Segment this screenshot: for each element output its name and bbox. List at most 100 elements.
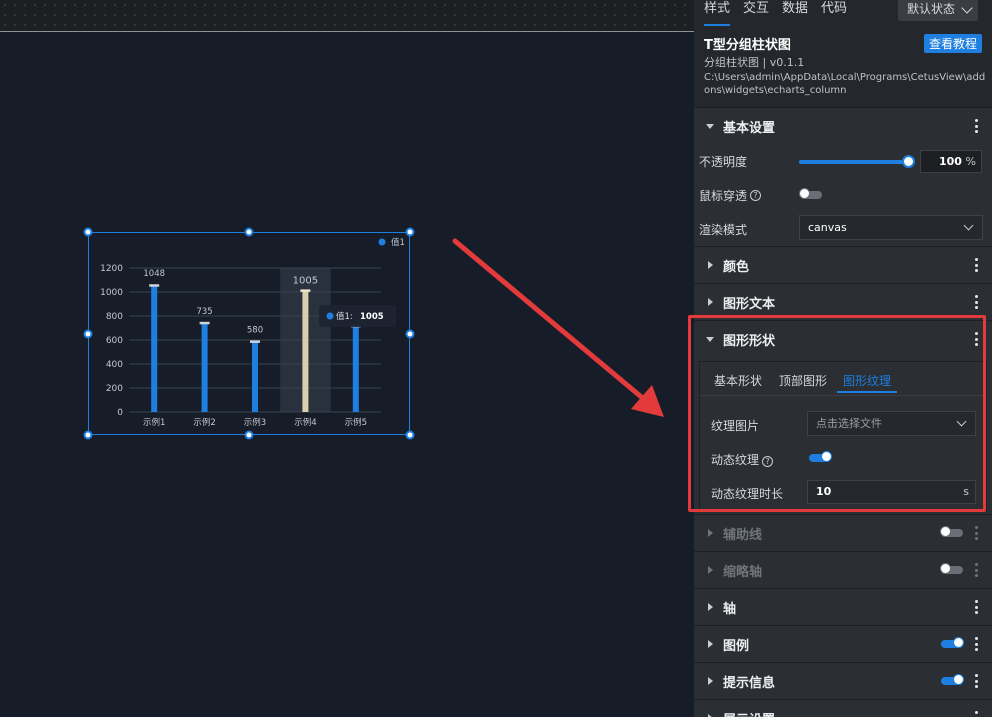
section-title: 图例 bbox=[723, 638, 750, 654]
mouse-through-row: 鼠标穿透 ? bbox=[694, 178, 992, 212]
legend-label: 值1 bbox=[391, 237, 405, 248]
legend-marker bbox=[378, 238, 386, 246]
x-tick-label: 示例2 bbox=[193, 417, 215, 428]
caret-right-icon bbox=[708, 566, 713, 574]
more-icon[interactable] bbox=[974, 563, 978, 577]
aux-line-toggle[interactable] bbox=[940, 526, 963, 537]
chart-widget[interactable]: 0 200 400 600 800 1000 1200 示例1 示例2 示例3 示例4 示例5 1048… bbox=[88, 232, 410, 435]
widget-info: T型分组柱状图 分组柱状图 | v0.1.1 C:\Users\admin\Ap… bbox=[694, 26, 992, 107]
opacity-label: 不透明度 bbox=[699, 154, 748, 169]
resize-handle[interactable] bbox=[405, 227, 415, 237]
section-color[interactable]: 颜色 bbox=[694, 246, 992, 283]
x-tick-label: 示例4 bbox=[294, 417, 316, 428]
resize-handle[interactable] bbox=[405, 430, 415, 440]
bar-top-cap bbox=[149, 284, 160, 287]
y-tick-label: 1200 bbox=[100, 264, 123, 274]
widget-path: C:\Users\admin\AppData\Local\Programs\Ce… bbox=[704, 72, 986, 96]
bar bbox=[151, 286, 158, 412]
tab-code[interactable]: 代码 bbox=[821, 0, 847, 26]
bar-top-cap bbox=[300, 289, 311, 292]
help-icon[interactable]: ? bbox=[750, 189, 762, 201]
y-tick-label: 1000 bbox=[100, 288, 123, 298]
render-mode-row: 渲染模式 canvas bbox=[694, 212, 992, 246]
resize-handle[interactable] bbox=[244, 430, 254, 440]
more-icon[interactable] bbox=[974, 711, 978, 717]
resize-handle[interactable] bbox=[244, 227, 254, 237]
more-icon[interactable] bbox=[974, 600, 978, 614]
x-tick-label: 示例5 bbox=[345, 417, 367, 428]
view-tutorial-button[interactable]: 查看教程 bbox=[923, 34, 982, 53]
data-label: 580 bbox=[247, 325, 263, 335]
render-mode-value: canvas bbox=[808, 221, 847, 234]
x-tick-label: 示例3 bbox=[244, 417, 266, 428]
zoom-axis-toggle[interactable] bbox=[940, 563, 963, 574]
bar-top-cap bbox=[199, 321, 210, 325]
opacity-unit: % bbox=[965, 155, 976, 168]
section-title: 展示设置 bbox=[723, 709, 775, 717]
panel-tabs: 样式 交互 数据 代码 默认状态 bbox=[694, 0, 992, 26]
more-icon[interactable] bbox=[974, 258, 978, 272]
state-select-value: 默认状态 bbox=[907, 2, 956, 16]
tab-interaction[interactable]: 交互 bbox=[743, 0, 769, 26]
more-icon[interactable] bbox=[974, 119, 978, 133]
more-icon[interactable] bbox=[974, 295, 978, 309]
bar bbox=[302, 291, 309, 412]
bar bbox=[352, 326, 359, 412]
more-icon[interactable] bbox=[974, 637, 978, 651]
caret-right-icon bbox=[708, 261, 713, 269]
section-legend[interactable]: 图例 bbox=[694, 625, 992, 662]
y-tick-label: 600 bbox=[106, 336, 123, 346]
bar bbox=[201, 323, 208, 412]
opacity-input[interactable]: 100 % bbox=[920, 150, 982, 173]
tooltip-series: 值1: bbox=[336, 311, 353, 322]
section-title: 图形文本 bbox=[723, 296, 776, 312]
opacity-row: 不透明度 100 % bbox=[694, 144, 992, 178]
render-mode-label: 渲染模式 bbox=[699, 222, 748, 237]
data-label: 1048 bbox=[143, 269, 165, 279]
section-aux-line[interactable]: 辅助线 bbox=[694, 514, 992, 551]
resize-handle[interactable] bbox=[83, 329, 93, 338]
data-label: 735 bbox=[196, 307, 212, 317]
bar bbox=[252, 342, 258, 412]
section-tooltip[interactable]: 提示信息 bbox=[694, 662, 992, 699]
opacity-slider-handle[interactable] bbox=[902, 155, 915, 168]
data-label: 1005 bbox=[293, 275, 318, 286]
section-basic-settings[interactable]: 基本设置 bbox=[694, 107, 992, 144]
widget-version: 分组柱状图 | v0.1.1 bbox=[704, 56, 805, 69]
more-icon[interactable] bbox=[974, 674, 978, 688]
tooltip-marker bbox=[326, 312, 334, 320]
render-mode-select[interactable]: canvas bbox=[799, 215, 983, 240]
bar-chart: 0 200 400 600 800 1000 1200 示例1 示例2 示例3 示例4 示例5 1048… bbox=[100, 237, 405, 428]
y-tick-label: 800 bbox=[106, 312, 123, 322]
opacity-slider[interactable] bbox=[799, 160, 909, 164]
caret-right-icon bbox=[708, 640, 713, 648]
section-title: 辅助线 bbox=[723, 527, 763, 543]
section-display[interactable]: 展示设置 bbox=[694, 699, 992, 717]
legend-toggle[interactable] bbox=[941, 637, 964, 648]
state-select[interactable]: 默认状态 bbox=[898, 0, 978, 21]
more-icon[interactable] bbox=[974, 526, 978, 540]
caret-right-icon bbox=[708, 298, 713, 306]
y-tick-label: 200 bbox=[106, 384, 123, 394]
tooltip-toggle[interactable] bbox=[941, 674, 964, 685]
resize-handle[interactable] bbox=[83, 227, 93, 237]
y-tick-label: 0 bbox=[117, 408, 123, 418]
caret-right-icon bbox=[708, 529, 713, 537]
resize-handle[interactable] bbox=[405, 329, 415, 338]
resize-handle[interactable] bbox=[83, 430, 93, 440]
tooltip-value: 1005 bbox=[360, 312, 384, 322]
mouse-through-toggle[interactable] bbox=[799, 188, 822, 199]
x-tick-label: 示例1 bbox=[143, 417, 165, 428]
section-title: 颜色 bbox=[723, 259, 750, 275]
mouse-through-label: 鼠标穿透 bbox=[699, 188, 748, 203]
section-title: 基本设置 bbox=[723, 120, 776, 136]
tab-data[interactable]: 数据 bbox=[782, 0, 808, 26]
caret-right-icon bbox=[708, 677, 713, 685]
section-zoom-axis[interactable]: 缩略轴 bbox=[694, 551, 992, 588]
tab-style[interactable]: 样式 bbox=[704, 0, 731, 26]
caret-right-icon bbox=[708, 603, 713, 611]
caret-down-icon bbox=[706, 124, 714, 129]
section-axis[interactable]: 轴 bbox=[694, 588, 992, 625]
y-tick-label: 400 bbox=[106, 360, 123, 370]
bar-top-cap bbox=[250, 340, 260, 343]
